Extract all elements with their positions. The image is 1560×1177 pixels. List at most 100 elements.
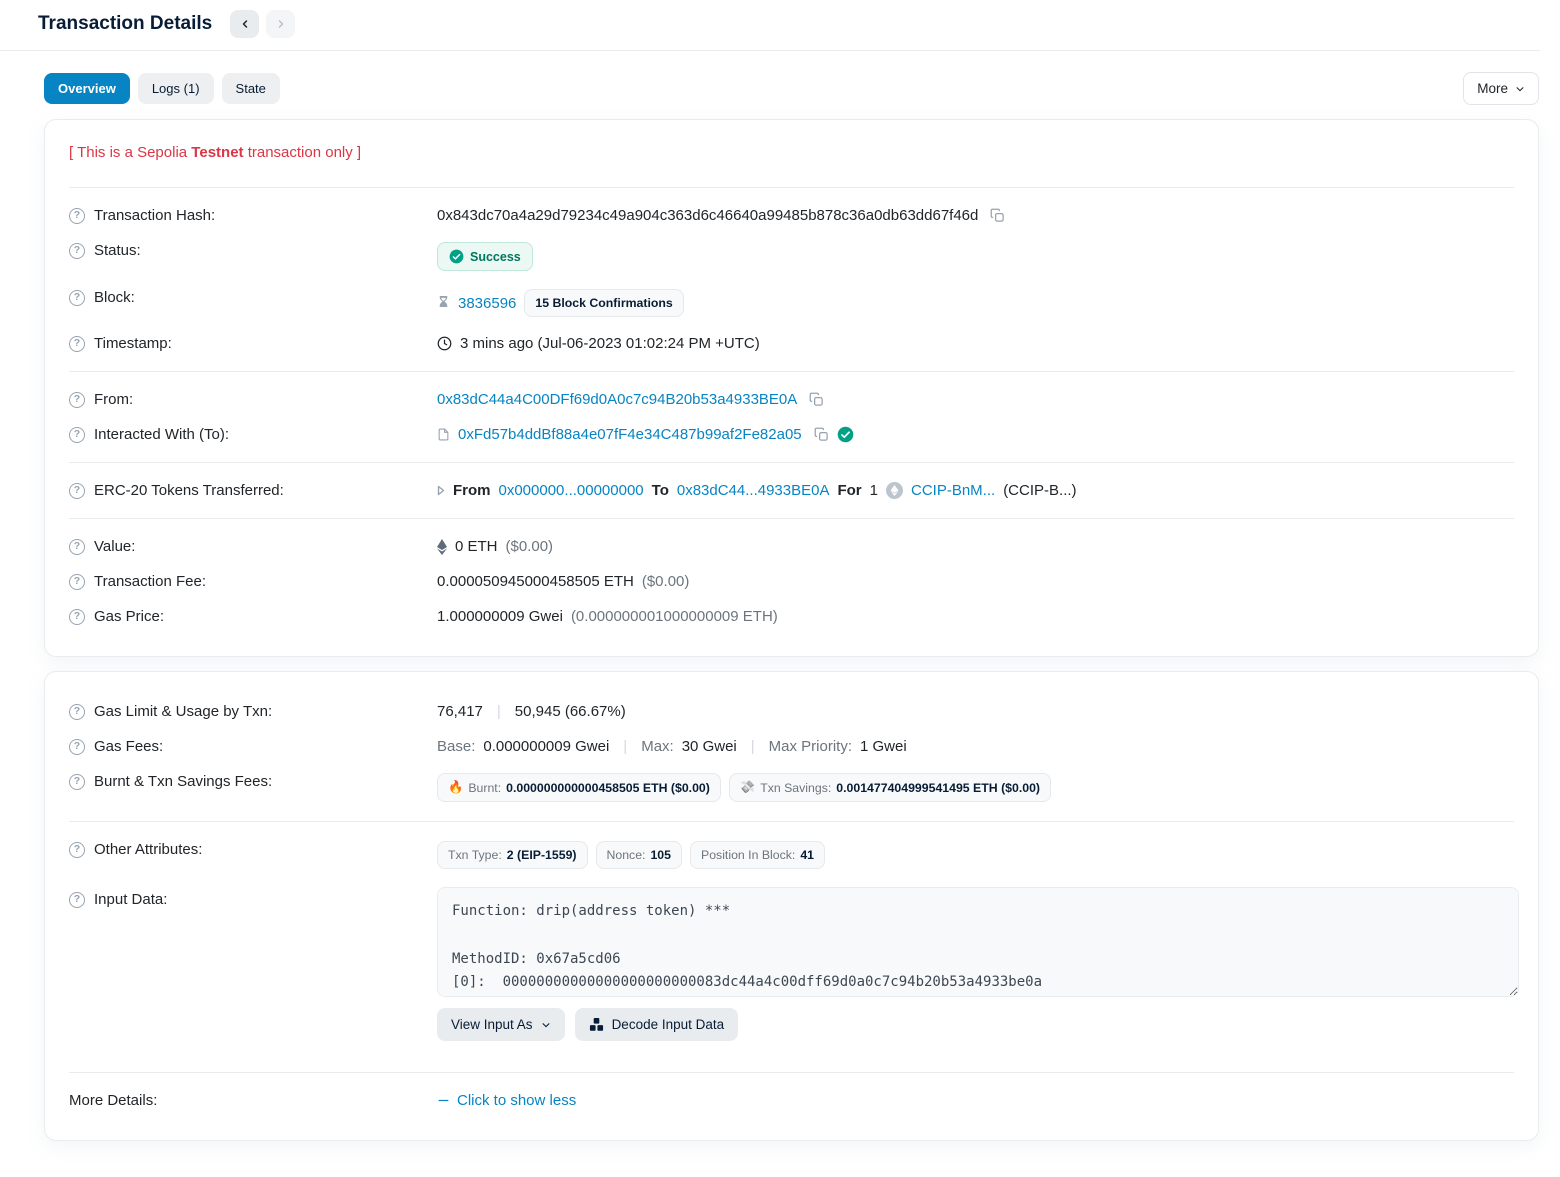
timestamp-value: 3 mins ago (Jul-06-2023 01:02:24 PM +UTC… [460, 335, 760, 352]
warning-network: Testnet [191, 144, 243, 161]
from-address-link[interactable]: 0x83dC44a4C00DFf69d0A0c7c94B20b53a4933BE… [437, 391, 797, 408]
row-gas-limit: ? Gas Limit & Usage by Txn: 76,417 | 50,… [69, 694, 1514, 729]
tabs: Overview Logs (1) State [44, 73, 280, 104]
burnt-fees-label: Burnt & Txn Savings Fees: [94, 773, 272, 790]
input-data-label: Input Data: [94, 891, 167, 908]
overview-card: [ This is a Sepolia Testnet transaction … [44, 119, 1539, 657]
burnt-label: Burnt: [468, 781, 501, 795]
position-value: 41 [800, 848, 814, 862]
transaction-fee-label: Transaction Fee: [94, 573, 206, 590]
help-icon[interactable]: ? [69, 704, 85, 720]
gas-limit-label: Gas Limit & Usage by Txn: [94, 703, 272, 720]
nonce-value: 105 [650, 848, 671, 862]
copy-hash-button[interactable] [990, 208, 1005, 223]
row-gas-fees: ? Gas Fees: Base: 0.000000009 Gwei | Max… [69, 729, 1514, 764]
testnet-warning: [ This is a Sepolia Testnet transaction … [69, 142, 1514, 177]
show-less-link[interactable]: Click to show less [437, 1092, 576, 1109]
tab-overview[interactable]: Overview [44, 73, 130, 104]
gas-price-gwei: 1.000000009 Gwei [437, 608, 563, 625]
erc20-from-word: From [453, 482, 491, 499]
txn-type-label: Txn Type: [448, 848, 502, 862]
transaction-fee-amount: 0.000050945000458505 ETH [437, 573, 634, 590]
help-icon[interactable]: ? [69, 539, 85, 555]
row-block: ? Block: 3836596 15 Block Confirmations [69, 280, 1514, 326]
token-icon [886, 482, 903, 499]
tabs-row: Overview Logs (1) State More [44, 72, 1539, 105]
gas-price-eth: (0.000000001000000009 ETH) [571, 608, 778, 625]
help-icon[interactable]: ? [69, 574, 85, 590]
txn-savings-badge: 💸 Txn Savings: 0.001477404999541495 ETH … [729, 773, 1051, 802]
divider [69, 371, 1514, 372]
to-address-link[interactable]: 0xFd57b4ddBf88a4e07fF4e34C487b99af2Fe82a… [458, 426, 802, 443]
copy-icon [809, 392, 824, 407]
erc20-token-link[interactable]: CCIP-BnM... [911, 482, 995, 499]
next-transaction-button[interactable] [266, 10, 295, 38]
help-icon[interactable]: ? [69, 243, 85, 259]
row-value: ? Value: 0 ETH ($0.00) [69, 529, 1514, 564]
row-transaction-hash: ? Transaction Hash: 0x843dc70a4a29d79234… [69, 198, 1514, 233]
divider [69, 821, 1514, 822]
help-icon[interactable]: ? [69, 427, 85, 443]
prev-transaction-button[interactable] [230, 10, 259, 38]
row-status: ? Status: Success [69, 233, 1514, 280]
position-label: Position In Block: [701, 848, 795, 862]
check-circle-icon [449, 249, 464, 264]
transaction-nav [230, 10, 295, 38]
chevron-right-icon [275, 18, 287, 30]
cubes-icon [589, 1017, 604, 1032]
block-label: Block: [94, 289, 135, 306]
copy-icon [814, 427, 829, 442]
help-icon[interactable]: ? [69, 892, 85, 908]
show-less-text: Click to show less [457, 1092, 576, 1109]
row-input-data: ? Input Data: Function: drip(address tok… [69, 878, 1514, 1050]
help-icon[interactable]: ? [69, 392, 85, 408]
transaction-hash-value: 0x843dc70a4a29d79234c49a904c363d6c46640a… [437, 207, 978, 224]
help-icon[interactable]: ? [69, 842, 85, 858]
txn-type-badge: Txn Type: 2 (EIP-1559) [437, 841, 588, 869]
help-icon[interactable]: ? [69, 774, 85, 790]
caret-right-icon [437, 485, 445, 496]
decode-input-data-button[interactable]: Decode Input Data [575, 1008, 739, 1041]
status-text: Success [470, 250, 521, 264]
help-icon[interactable]: ? [69, 336, 85, 352]
erc20-for-word: For [837, 482, 861, 499]
chevron-down-icon [1515, 84, 1525, 94]
page-header: Transaction Details [0, 0, 1540, 51]
block-number-link[interactable]: 3836596 [458, 295, 516, 312]
more-button-label: More [1477, 81, 1508, 96]
row-erc20-transfers: ? ERC-20 Tokens Transferred: From 0x0000… [69, 473, 1514, 508]
nonce-badge: Nonce: 105 [596, 841, 683, 869]
divider [69, 462, 1514, 463]
help-icon[interactable]: ? [69, 290, 85, 306]
txn-savings-label: Txn Savings: [760, 781, 831, 795]
hourglass-icon [437, 296, 450, 311]
help-icon[interactable]: ? [69, 739, 85, 755]
base-fee-value: 0.000000009 Gwei [483, 738, 609, 755]
copy-to-button[interactable] [814, 427, 829, 442]
other-attributes-label: Other Attributes: [94, 841, 202, 858]
tab-logs[interactable]: Logs (1) [138, 73, 214, 104]
erc20-from-address[interactable]: 0x000000...00000000 [499, 482, 644, 499]
more-button[interactable]: More [1463, 72, 1539, 105]
view-input-as-button[interactable]: View Input As [437, 1008, 565, 1041]
copy-icon [990, 208, 1005, 223]
minus-icon [437, 1094, 450, 1107]
contract-icon [437, 427, 450, 442]
status-label: Status: [94, 242, 141, 259]
transaction-fee-usd: ($0.00) [642, 573, 690, 590]
help-icon[interactable]: ? [69, 609, 85, 625]
eth-icon [437, 539, 447, 555]
divider [69, 1072, 1514, 1073]
copy-from-button[interactable] [809, 392, 824, 407]
input-data-textarea[interactable]: Function: drip(address token) *** Method… [437, 887, 1519, 997]
tab-state[interactable]: State [222, 73, 280, 104]
separator: | [617, 738, 633, 755]
help-icon[interactable]: ? [69, 208, 85, 224]
gas-fees-label: Gas Fees: [94, 738, 163, 755]
max-fee-value: 30 Gwei [682, 738, 737, 755]
help-icon[interactable]: ? [69, 483, 85, 499]
erc20-to-address[interactable]: 0x83dC44...4933BE0A [677, 482, 830, 499]
max-fee-label: Max: [641, 738, 674, 755]
row-gas-price: ? Gas Price: 1.000000009 Gwei (0.0000000… [69, 599, 1514, 634]
value-label: Value: [94, 538, 135, 555]
